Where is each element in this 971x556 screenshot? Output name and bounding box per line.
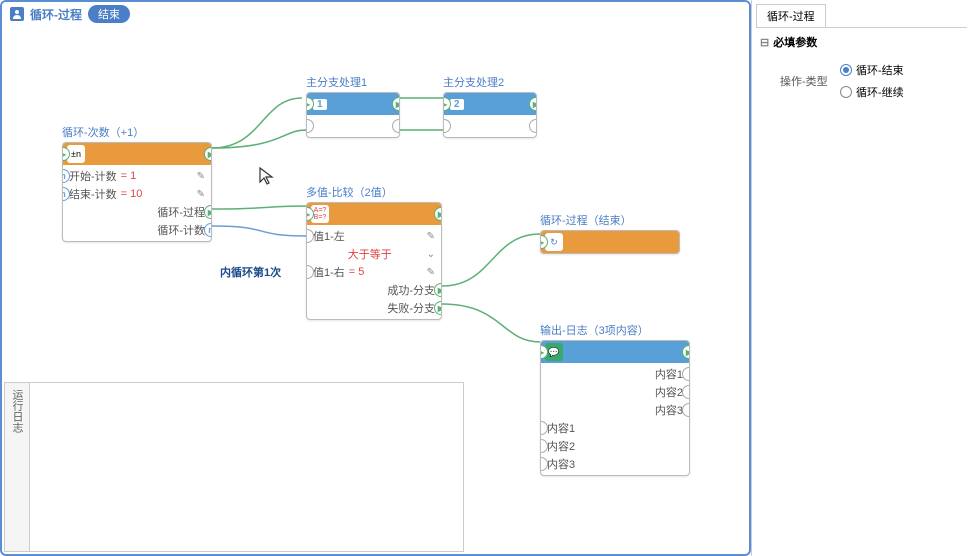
radio-loop-continue[interactable]: 循环-继续 [840, 84, 904, 100]
person-icon [10, 7, 24, 21]
port-out-exec[interactable] [204, 147, 212, 161]
log-tab[interactable]: 运行日志 [5, 383, 30, 551]
edit-icon[interactable]: ✎ [427, 267, 435, 278]
edit-icon[interactable]: ✎ [197, 171, 205, 182]
node-title: 主分支处理2 [443, 74, 537, 90]
inner-loop-label: 内循环第1次 [220, 264, 281, 280]
edit-icon[interactable]: ✎ [427, 231, 435, 242]
node-title: 循环-过程（结束） [540, 212, 680, 228]
port-gray[interactable] [443, 119, 451, 133]
port-out[interactable] [682, 345, 690, 359]
port-success[interactable] [434, 283, 442, 297]
node-title: 循环-次数（+1） [62, 124, 212, 140]
port-count-out[interactable]: n [204, 223, 212, 237]
radio-icon [840, 86, 852, 98]
port-proc-out[interactable] [204, 205, 212, 219]
edit-icon[interactable]: ✎ [197, 189, 205, 200]
port-c1[interactable] [682, 367, 690, 381]
header-badge: 结束 [88, 5, 130, 23]
log-panel: 运行日志 [4, 382, 464, 552]
param-label: 操作-类型 [780, 73, 840, 89]
node-branch1[interactable]: 主分支处理1 1 [306, 74, 400, 138]
node-title: 多值-比较（2值） [306, 184, 442, 200]
radio-group: 循环-结束 循环-继续 [840, 62, 904, 100]
header-title: 循环-过程 [30, 6, 82, 23]
node-branch2[interactable]: 主分支处理2 2 [443, 74, 537, 138]
port-c3[interactable] [682, 403, 690, 417]
port-fail[interactable] [434, 301, 442, 315]
port-gray[interactable] [306, 119, 314, 133]
node-compare[interactable]: 多值-比较（2值） A=?B=? 值1-左 ✎ [306, 184, 442, 320]
dropdown-icon[interactable]: ⌄ [427, 249, 435, 260]
radio-icon [840, 64, 852, 76]
port-gray[interactable] [392, 119, 400, 133]
node-title: 输出-日志（3项内容） [540, 322, 690, 338]
node-title: 主分支处理1 [306, 74, 400, 90]
port-out[interactable] [434, 207, 442, 221]
cursor-icon [258, 166, 274, 186]
node-header-bar: ±n [63, 143, 211, 165]
sidebar-tab[interactable]: 循环-过程 [756, 4, 826, 27]
port-out[interactable] [529, 97, 537, 111]
main-panel: 循环-过程 结束 循环-次数（+1） ±n [0, 0, 751, 556]
port-c2[interactable] [682, 385, 690, 399]
sidebar: 循环-过程 必填参数 操作-类型 循环-结束 循环-继续 [751, 0, 971, 556]
section-title[interactable]: 必填参数 [760, 34, 963, 50]
node-loop[interactable]: 循环-次数（+1） ±n n 开始-计数 = 1 ✎ [62, 124, 212, 242]
canvas[interactable]: 循环-次数（+1） ±n n 开始-计数 = 1 ✎ [2, 26, 749, 554]
app-root: 循环-过程 结束 循环-次数（+1） ±n [0, 0, 971, 556]
node-log[interactable]: 输出-日志（3项内容） 💬 内容1 内容2 [540, 322, 690, 476]
radio-loop-end[interactable]: 循环-结束 [840, 62, 904, 78]
header: 循环-过程 结束 [2, 2, 749, 26]
node-loopend[interactable]: 循环-过程（结束） ↻ [540, 212, 680, 254]
port-gray[interactable] [529, 119, 537, 133]
port-out[interactable] [392, 97, 400, 111]
log-body [30, 383, 463, 551]
